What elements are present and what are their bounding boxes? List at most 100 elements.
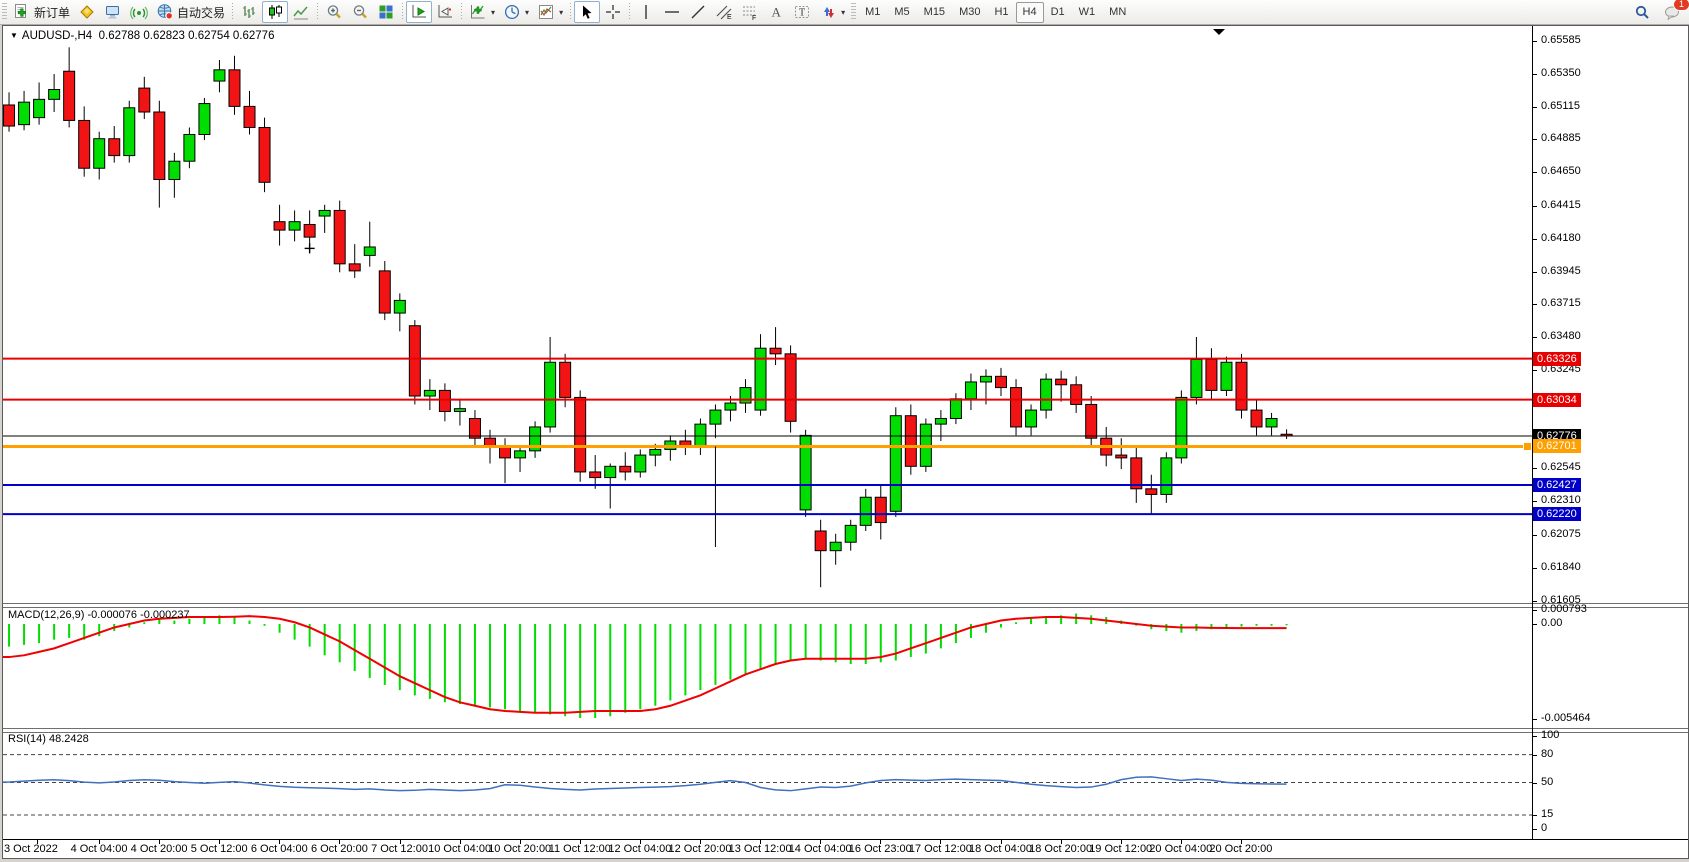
axis-tick <box>1533 736 1537 737</box>
fibonacci-button[interactable]: F <box>737 1 763 23</box>
axis-tick <box>1533 304 1537 305</box>
periods-button[interactable]: ▾ <box>499 1 533 23</box>
time-tick-label: 7 Oct 12:00 <box>371 843 428 855</box>
terminal-button[interactable] <box>100 1 126 23</box>
line-chart-button[interactable] <box>288 1 314 23</box>
trendline-button[interactable] <box>685 1 711 23</box>
signal-icon <box>130 3 148 21</box>
toolbar-separator <box>461 3 462 21</box>
signal-button[interactable] <box>126 1 152 23</box>
time-axis-tick <box>339 840 340 844</box>
main-chart-pane[interactable] <box>3 26 1532 603</box>
zoom-out-icon <box>351 3 369 21</box>
channel-button[interactable]: E <box>711 1 737 23</box>
axis-tick <box>1533 206 1537 207</box>
time-axis-tick <box>640 840 641 844</box>
axis-tick <box>1533 535 1537 536</box>
chevron-down-icon[interactable]: ▾ <box>491 8 495 17</box>
axis-tick <box>1533 139 1537 140</box>
gold-button[interactable] <box>74 1 100 23</box>
terminal-icon <box>104 3 122 21</box>
text-button[interactable]: A <box>763 1 789 23</box>
price-tick-label: 0.63715 <box>1541 297 1581 309</box>
chart-shift-button[interactable] <box>432 1 458 23</box>
time-tick-label: 10 Oct 20:00 <box>488 843 551 855</box>
timeframe-m15-button[interactable]: M15 <box>917 2 952 23</box>
autotrading-button[interactable]: 自动交易 <box>152 1 229 23</box>
time-axis-tick <box>820 840 821 844</box>
chevron-down-icon[interactable]: ▾ <box>559 8 563 17</box>
hline-button[interactable] <box>659 1 685 23</box>
autotrading-icon <box>156 3 174 21</box>
new-order-button[interactable]: 新订单 <box>9 1 74 23</box>
orange-line-anchor[interactable] <box>1523 442 1532 451</box>
auto-scroll-button[interactable] <box>406 1 432 23</box>
time-tick-label: 20 Oct 20:00 <box>1209 843 1272 855</box>
vline-icon <box>637 3 655 21</box>
price-tick-label: 0.64415 <box>1541 199 1581 211</box>
chat-button[interactable]: 1 <box>1660 1 1685 23</box>
arrows-button[interactable]: ▾ <box>815 1 849 23</box>
chevron-down-icon[interactable]: ▾ <box>525 8 529 17</box>
macd-pane[interactable] <box>3 606 1532 728</box>
time-tick-label: 10 Oct 04:00 <box>428 843 491 855</box>
time-tick-label: 12 Oct 04:00 <box>608 843 671 855</box>
toolbar-drag-handle[interactable] <box>2 3 7 21</box>
macd-tick-label: 0.00 <box>1541 617 1562 629</box>
toolbar-separator <box>570 3 571 21</box>
timeframe-d1-button[interactable]: D1 <box>1044 2 1072 23</box>
rsi-pane[interactable] <box>3 731 1532 839</box>
timeframe-toolbar: M1M5M15M30H1H4D1W1MN <box>858 2 1133 23</box>
indicators-icon <box>469 3 487 21</box>
text-label-button[interactable]: T <box>789 1 815 23</box>
tile-windows-button[interactable] <box>373 1 399 23</box>
zoom-in-button[interactable] <box>321 1 347 23</box>
time-axis-tick <box>760 840 761 844</box>
timeframe-m5-button[interactable]: M5 <box>887 2 916 23</box>
time-tick-label: 6 Oct 04:00 <box>251 843 308 855</box>
indicators-button[interactable]: ▾ <box>465 1 499 23</box>
periods-icon <box>503 3 521 21</box>
chart-ohlc-values: 0.62788 0.62823 0.62754 0.62776 <box>99 30 275 42</box>
time-axis-tick <box>940 840 941 844</box>
bar-chart-button[interactable] <box>236 1 262 23</box>
crosshair-button[interactable] <box>600 1 626 23</box>
zoom-in-icon <box>325 3 343 21</box>
timeframe-mn-button[interactable]: MN <box>1102 2 1133 23</box>
chart-ohlc-title[interactable]: ▼AUDUSD-,H4 0.62788 0.62823 0.62754 0.62… <box>10 30 274 42</box>
toolbar-groups: 新订单 自动交易 ▾ ▾ ▾ EFAT ▾ <box>9 1 849 23</box>
templates-button[interactable]: ▾ <box>533 1 567 23</box>
chart-menu-icon[interactable]: ▼ <box>10 31 18 40</box>
hline-icon <box>663 3 681 21</box>
timeframe-h1-button[interactable]: H1 <box>987 2 1015 23</box>
cursor-button[interactable] <box>574 1 600 23</box>
axis-tick <box>1533 239 1537 240</box>
time-axis-tick <box>279 840 280 844</box>
axis-tick <box>1533 370 1537 371</box>
axis-tick <box>1533 107 1537 108</box>
price-level-badge: 0.63034 <box>1533 393 1581 407</box>
search-button[interactable] <box>1630 1 1654 23</box>
time-tick-label: 4 Oct 04:00 <box>71 843 128 855</box>
candle-chart-button[interactable] <box>262 1 288 23</box>
macd-label: MACD(12,26,9) -0.000076 -0.000237 <box>8 609 190 621</box>
time-axis-tick <box>520 840 521 844</box>
vline-button[interactable] <box>633 1 659 23</box>
timeframe-w1-button[interactable]: W1 <box>1072 2 1103 23</box>
timeframe-drag-handle[interactable] <box>851 3 856 21</box>
timeframe-m1-button[interactable]: M1 <box>858 2 887 23</box>
axis-tick <box>1533 568 1537 569</box>
gold-icon <box>78 3 96 21</box>
chevron-down-icon[interactable]: ▾ <box>841 8 845 17</box>
timeframe-m30-button[interactable]: M30 <box>952 2 987 23</box>
candle-chart-icon <box>266 3 284 21</box>
timeframe-h4-button[interactable]: H4 <box>1016 2 1044 23</box>
axis-tick <box>1533 783 1537 784</box>
price-level-badge: 0.63326 <box>1533 352 1581 366</box>
time-tick-label: 5 Oct 12:00 <box>191 843 248 855</box>
text-icon: A <box>767 3 785 21</box>
price-tick-label: 0.62310 <box>1541 494 1581 506</box>
zoom-out-button[interactable] <box>347 1 373 23</box>
text-label-icon: T <box>793 3 811 21</box>
price-level-badge: 0.62701 <box>1533 439 1581 453</box>
